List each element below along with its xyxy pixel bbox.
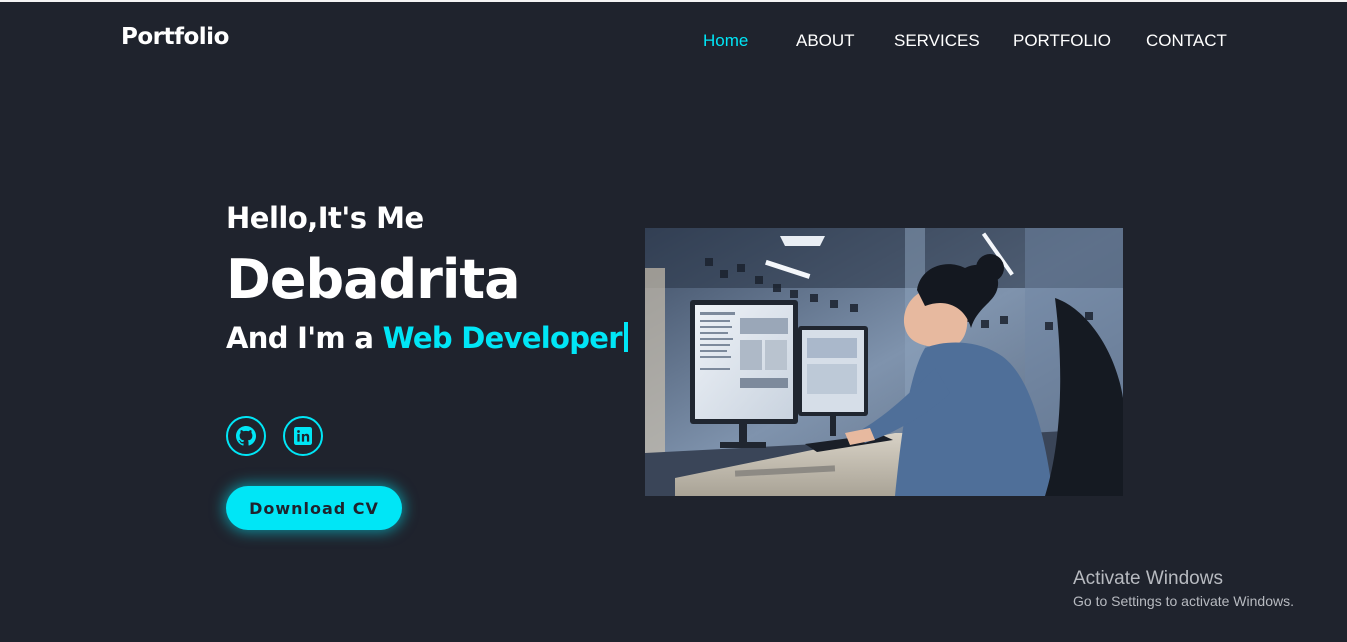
github-link[interactable] — [226, 416, 266, 456]
hero-role-prefix: And I'm a — [226, 321, 383, 355]
hero-greeting: Hello,It's Me — [226, 201, 424, 235]
linkedin-link[interactable] — [283, 416, 323, 456]
activate-windows-subtitle: Go to Settings to activate Windows. — [1073, 593, 1294, 609]
nav-link-contact[interactable]: CONTACT — [1146, 31, 1227, 51]
activate-windows-title: Activate Windows — [1073, 568, 1223, 589]
linkedin-icon — [294, 427, 312, 445]
download-cv-button[interactable]: Download CV — [226, 486, 402, 530]
github-icon — [236, 426, 256, 446]
hero-name: Debadrita — [226, 248, 521, 311]
logo[interactable]: Portfolio — [121, 24, 229, 50]
hero-role-typed: Web Developer — [382, 321, 623, 355]
hero-image — [645, 228, 1123, 496]
activate-windows-watermark: Activate Windows Go to Settings to activ… — [1073, 568, 1294, 611]
nav-link-services[interactable]: SERVICES — [894, 31, 980, 51]
nav-link-portfolio[interactable]: PORTFOLIO — [1013, 31, 1111, 51]
nav-link-about[interactable]: ABOUT — [796, 31, 855, 51]
hero-role-line: And I'm a Web Developer — [226, 321, 628, 355]
office-developer-illustration — [645, 228, 1123, 496]
page: Portfolio Home ABOUT SERVICES PORTFOLIO … — [0, 0, 1347, 642]
navbar: Portfolio Home ABOUT SERVICES PORTFOLIO … — [0, 2, 1347, 82]
nav-link-home[interactable]: Home — [703, 31, 748, 51]
typing-caret — [623, 322, 628, 352]
